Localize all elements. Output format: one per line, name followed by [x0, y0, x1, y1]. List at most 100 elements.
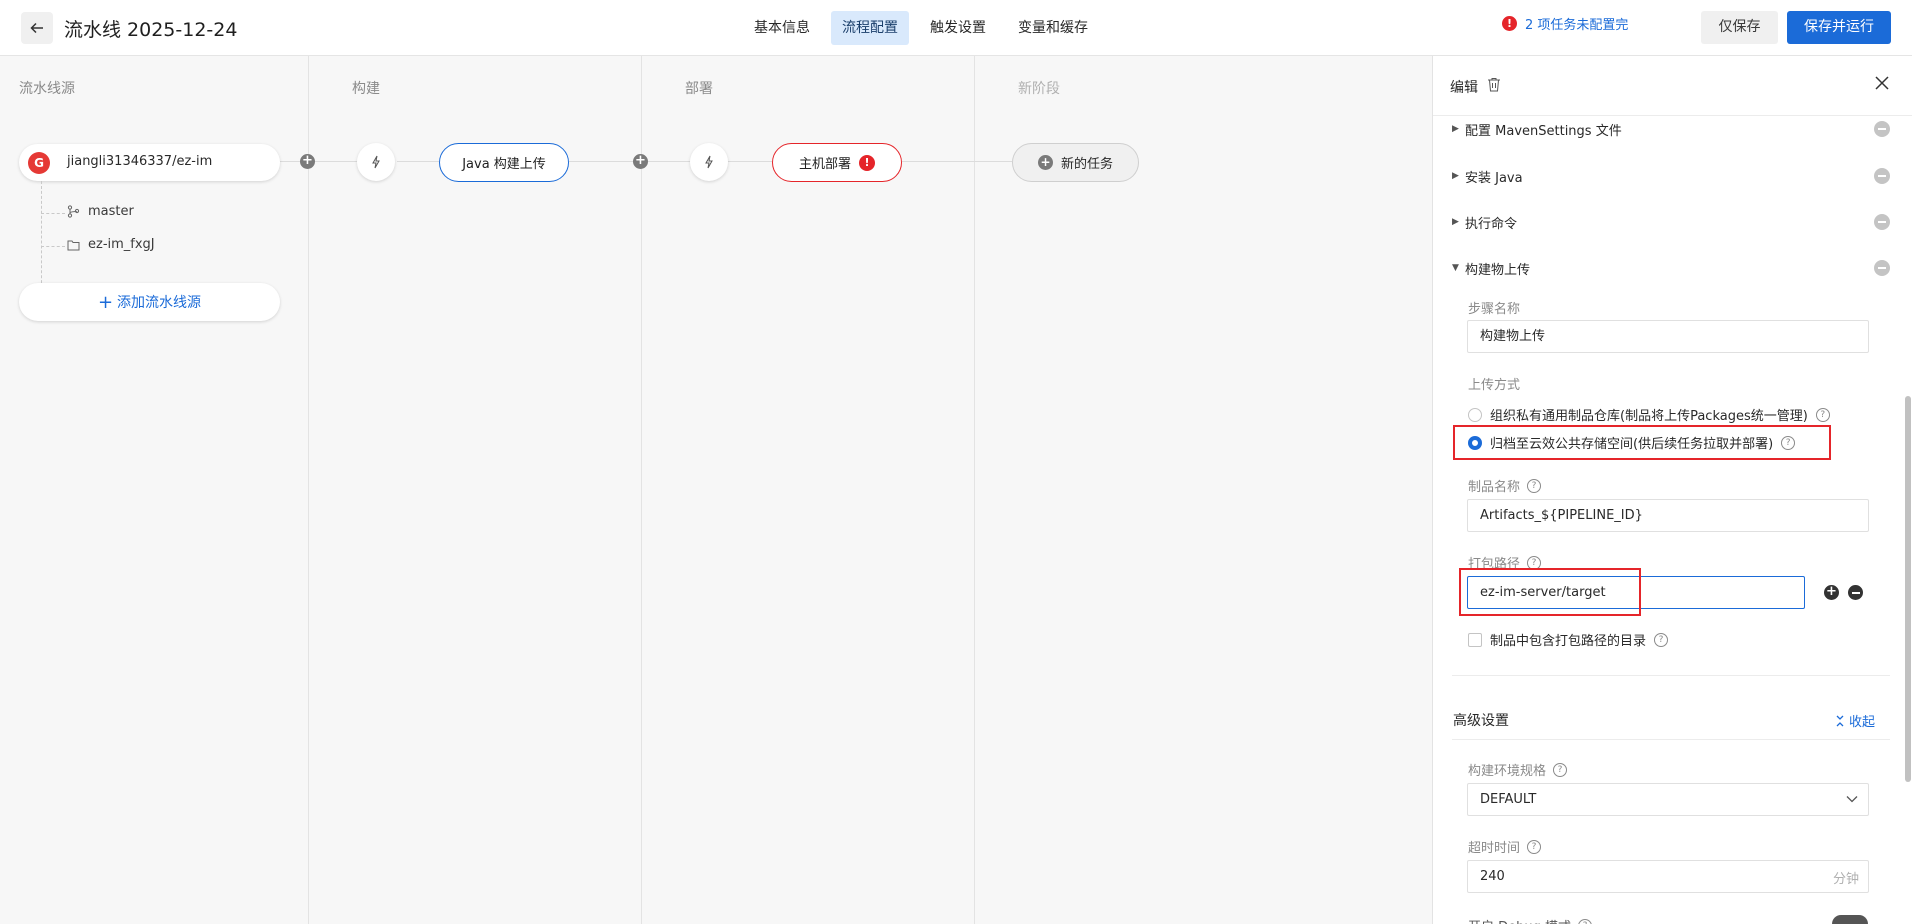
arrow-left-icon — [30, 22, 43, 34]
radio-button[interactable] — [1468, 407, 1482, 422]
page-title: 流水线 2025-12-24 — [64, 19, 238, 41]
add-stage-icon[interactable]: + — [300, 154, 315, 169]
env-spec-select[interactable]: DEFAULT — [1467, 783, 1869, 816]
remove-step-icon[interactable] — [1874, 168, 1890, 184]
save-only-button[interactable]: 仅保存 — [1701, 11, 1778, 44]
env-spec-label: 构建环境规格 ? — [1468, 760, 1568, 779]
label-text: 构建环境规格 — [1468, 764, 1547, 779]
caret-right-icon: ▶ — [1452, 217, 1459, 227]
caret-right-icon: ▶ — [1452, 124, 1459, 134]
tab-trigger-settings[interactable]: 触发设置 — [919, 11, 997, 45]
job-label: 主机部署 — [798, 157, 851, 172]
save-and-run-button[interactable]: 保存并运行 — [1787, 11, 1891, 44]
job-label: Java 构建上传 — [462, 157, 546, 172]
label-text: 制品名称 — [1468, 480, 1521, 495]
step-label: 安装 Java — [1465, 170, 1523, 186]
label-text: 开启 Debug 模式 — [1468, 916, 1571, 924]
upload-option-private[interactable]: 组织私有通用制品仓库(制品将上传Packages统一管理) ? — [1468, 405, 1830, 424]
timeout-unit: 分钟 — [1833, 872, 1860, 887]
remove-path-icon[interactable] — [1848, 585, 1863, 600]
add-stage-icon[interactable]: + — [633, 154, 648, 169]
source-card[interactable]: G jiangli31346337/ez-im — [19, 144, 280, 181]
step-artifact-upload[interactable]: ▼ 构建物上传 — [1452, 258, 1890, 278]
unconfigured-warning[interactable]: ! 2 项任务未配置完 — [1502, 14, 1628, 33]
debug-toggle[interactable] — [1832, 915, 1868, 924]
upload-mode-label: 上传方式 — [1468, 374, 1520, 393]
error-icon: ! — [1502, 16, 1517, 31]
stage-trigger-button[interactable] — [357, 143, 395, 181]
step-run-command[interactable]: ▶ 执行命令 — [1452, 212, 1890, 232]
edit-panel: 编辑 ▶ 配置 MavenSettings 文件 ▶ 安装 Java ▶ 执行命… — [1432, 56, 1912, 924]
advanced-settings-title: 高级设置 — [1453, 713, 1509, 729]
remove-step-icon[interactable] — [1874, 260, 1890, 276]
label-text: 上传方式 — [1468, 378, 1521, 393]
step-maven-settings[interactable]: ▶ 配置 MavenSettings 文件 — [1452, 119, 1890, 139]
stage-title[interactable]: 构建 — [352, 78, 380, 98]
codeup-logo-icon: G — [28, 152, 50, 174]
divider — [1452, 675, 1890, 676]
tree-line — [41, 213, 65, 214]
job-host-deploy[interactable]: 主机部署 ! — [772, 143, 902, 182]
radio-label: 组织私有通用制品仓库(制品将上传Packages统一管理) — [1490, 409, 1808, 424]
step-name-label: 步骤名称 — [1468, 298, 1520, 317]
tab-variables-cache[interactable]: 变量和缓存 — [1007, 11, 1099, 45]
trash-icon[interactable] — [1487, 77, 1501, 92]
debug-label: 开启 Debug 模式 ? — [1468, 916, 1593, 924]
remove-step-icon[interactable] — [1874, 214, 1890, 230]
divider — [1452, 739, 1890, 740]
plus-icon: + — [97, 291, 114, 313]
artifact-name-input[interactable]: Artifacts_${PIPELINE_ID} — [1467, 499, 1869, 532]
collapse-label: 收起 — [1849, 715, 1876, 730]
tab-basic-info[interactable]: 基本信息 — [743, 11, 821, 45]
back-button[interactable] — [21, 12, 53, 44]
stage-title: 流水线源 — [19, 81, 75, 97]
caret-down-icon: ▼ — [1452, 263, 1459, 273]
close-icon[interactable] — [1873, 74, 1891, 92]
checkbox[interactable] — [1468, 632, 1482, 647]
branch-icon — [67, 205, 80, 218]
highlight-box — [1453, 425, 1831, 460]
error-icon: ! — [859, 154, 875, 171]
top-header: 流水线 2025-12-24 基本信息 流程配置 触发设置 变量和缓存 ! 2 … — [0, 0, 1912, 56]
connector-line — [397, 161, 439, 162]
highlight-box — [1459, 568, 1641, 616]
timeout-label: 超时时间 ? — [1468, 837, 1542, 856]
help-icon[interactable]: ? — [1527, 839, 1542, 854]
help-icon[interactable]: ? — [1553, 762, 1568, 777]
source-repo-name: jiangli31346337/ez-im — [67, 154, 213, 169]
checkbox-label: 制品中包含打包路径的目录 — [1490, 634, 1647, 649]
add-path-icon[interactable]: + — [1824, 585, 1839, 600]
help-icon[interactable]: ? — [1815, 407, 1830, 422]
job-java-build-upload[interactable]: Java 构建上传 — [439, 143, 569, 182]
stage-deploy: 部署 — [642, 56, 975, 924]
stage-trigger-button[interactable] — [690, 143, 728, 181]
stage-title[interactable]: 新阶段 — [1018, 78, 1060, 98]
help-icon[interactable]: ? — [1578, 918, 1593, 924]
lightning-icon — [705, 155, 713, 169]
include-dir-checkbox-row[interactable]: 制品中包含打包路径的目录 ? — [1468, 630, 1669, 649]
help-icon[interactable]: ? — [1527, 478, 1542, 493]
tab-bar: 基本信息 流程配置 触发设置 变量和缓存 — [743, 11, 1109, 45]
tab-flow-config[interactable]: 流程配置 — [831, 11, 909, 45]
label-text: 步骤名称 — [1468, 302, 1521, 317]
add-source-label: 添加流水线源 — [117, 295, 202, 311]
new-task-button[interactable]: + 新的任务 — [1012, 143, 1139, 182]
help-icon[interactable]: ? — [1654, 632, 1669, 647]
branch-row: master — [67, 204, 134, 219]
tree-line — [41, 246, 65, 247]
folder-icon — [67, 240, 80, 250]
remove-step-icon[interactable] — [1874, 121, 1890, 137]
stage-source: 流水线源 — [0, 56, 309, 924]
panel-scrollbar[interactable] — [1905, 396, 1911, 782]
add-source-button[interactable]: + 添加流水线源 — [19, 283, 280, 321]
directory-row: ez-im_fxgJ — [67, 237, 155, 252]
plus-icon: + — [1037, 155, 1053, 170]
stage-title[interactable]: 部署 — [685, 78, 713, 98]
connector-line — [902, 161, 1012, 162]
warning-text: 2 项任务未配置完 — [1525, 18, 1629, 33]
timeout-input[interactable]: 240 — [1467, 860, 1869, 893]
step-name-input[interactable]: 构建物上传 — [1467, 320, 1869, 353]
collapse-button[interactable]: 收起 — [1835, 711, 1875, 730]
stage-build: 构建 — [309, 56, 642, 924]
step-install-java[interactable]: ▶ 安装 Java — [1452, 166, 1890, 186]
